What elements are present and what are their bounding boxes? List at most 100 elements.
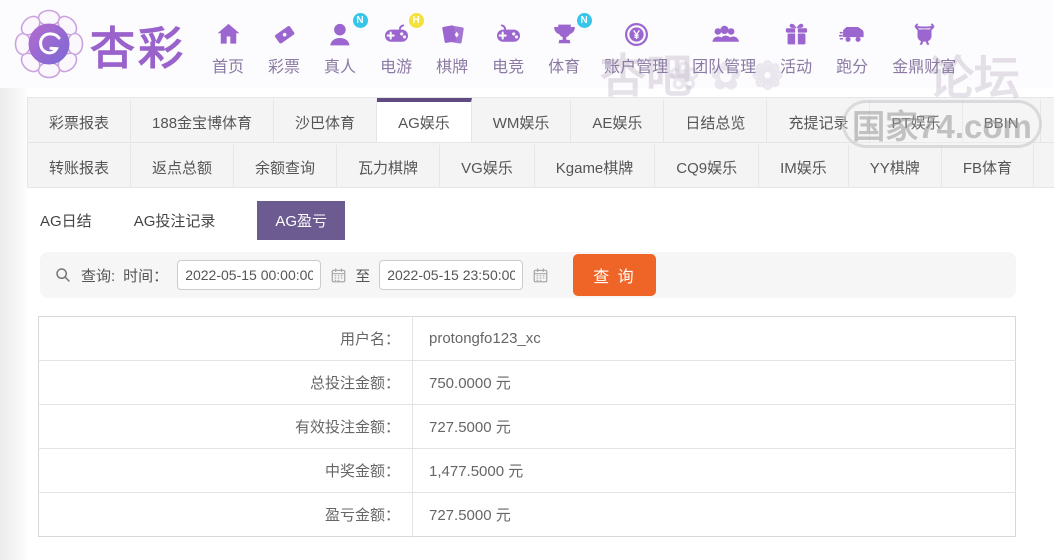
table-row: 中奖金额： 1,477.5000 元: [38, 448, 1016, 493]
start-time-input[interactable]: [177, 260, 322, 290]
ag-subtabs: AG日结 AG投注记录 AG盈亏: [40, 200, 1054, 240]
tab-transfer-report[interactable]: 转账报表: [28, 143, 132, 187]
nav-label: 体育: [548, 58, 581, 76]
tab-wali-cards[interactable]: 瓦力棋牌: [337, 143, 441, 187]
tabs-row-1: 彩票报表 188金宝博体育 沙巴体育 AG娱乐 WM娱乐 AE娱乐 日结总览 充提记录 PT娱乐…: [28, 98, 1054, 142]
vessel-icon: [910, 23, 939, 53]
nav-icon-wrap: [622, 20, 651, 51]
tab-yy-cards[interactable]: YY棋牌: [849, 143, 942, 187]
gift-icon: [782, 23, 811, 53]
gamepad-icon: [382, 23, 411, 53]
nav-icon-wrap: [214, 20, 243, 51]
nav-icon-wrap: [494, 20, 523, 51]
query-bar: 查询: 时间： 至 查 询: [40, 252, 1016, 298]
esports-icon: [494, 23, 523, 53]
tabs-row-2: 转账报表 返点总额 余额查询 瓦力棋牌 VG娱乐 Kgame棋牌 CQ9娱乐 IM娱乐 YY棋牌…: [28, 142, 1054, 187]
nav-item-chess-cards[interactable]: 棋牌: [424, 20, 480, 77]
nav-item-egames[interactable]: H 电游: [368, 12, 424, 77]
scooter-icon: [838, 26, 867, 53]
live-person-icon: [326, 23, 355, 53]
main-nav: 首页 彩票 N 真人 H 电游 棋牌 电竞 N 体育 账户管理 团队管理 活动 跑分 金鼎财富: [200, 12, 968, 77]
tab-balance-change-report[interactable]: 账变报表: [1041, 98, 1054, 142]
nav-icon-wrap: N: [326, 12, 368, 53]
nav-icon-wrap: [782, 20, 811, 51]
calendar-icon[interactable]: [532, 267, 549, 284]
app-header: 杏彩 首页 彩票 N 真人 H 电游 棋牌 电竞 N 体育 账户管理 团队管理 活动 跑分 金鼎财富 杏吧 …: [0, 0, 1054, 104]
logo-text: 杏彩: [90, 22, 187, 74]
left-edge-gradient: [0, 88, 27, 560]
row-label: 总投注金额：: [38, 360, 413, 405]
nav-item-paofen[interactable]: 跑分: [824, 20, 880, 77]
tab-wm-casino[interactable]: WM娱乐: [472, 98, 572, 142]
table-row: 用户名： protongfo123_xc: [38, 316, 1016, 361]
query-label: 查询:: [81, 267, 116, 285]
nav-icon-wrap: [710, 20, 739, 51]
nav-label: 真人: [324, 58, 357, 76]
row-label: 用户名：: [38, 316, 413, 361]
nav-label: 活动: [780, 58, 813, 76]
subtab-ag-daily[interactable]: AG日结: [40, 201, 92, 240]
coin-icon: [622, 22, 651, 53]
tab-ae-casino[interactable]: AE娱乐: [571, 98, 665, 142]
tab-vg-casino[interactable]: VG娱乐: [440, 143, 535, 187]
new-badge: H: [408, 12, 424, 28]
nav-label: 棋牌: [436, 58, 469, 76]
new-badge: N: [352, 12, 368, 28]
tab-ag-casino[interactable]: AG娱乐: [377, 98, 472, 142]
nav-label: 金鼎财富: [892, 58, 957, 76]
tab-bbin[interactable]: BBIN: [963, 98, 1041, 142]
subtab-ag-bet-records[interactable]: AG投注记录: [134, 201, 216, 240]
tab-kgame-cards[interactable]: Kgame棋牌: [535, 143, 656, 187]
nav-label: 账户管理: [604, 58, 669, 76]
nav-icon-wrap: [270, 20, 299, 51]
nav-item-lottery[interactable]: 彩票: [256, 20, 312, 77]
calendar-icon[interactable]: [330, 267, 347, 284]
end-time-input[interactable]: [379, 260, 524, 290]
nav-item-activity[interactable]: 活动: [768, 20, 824, 77]
nav-item-home[interactable]: 首页: [200, 20, 256, 77]
query-button[interactable]: 查 询: [573, 254, 656, 296]
nav-icon-wrap: [910, 20, 939, 51]
row-label: 盈亏金额：: [38, 492, 413, 537]
row-value: 727.5000 元: [412, 404, 1016, 449]
nav-item-live-casino[interactable]: N 真人: [312, 12, 368, 77]
subtab-ag-profit[interactable]: AG盈亏: [257, 200, 346, 240]
row-value: 750.0000 元: [412, 360, 1016, 405]
nav-label: 团队管理: [692, 58, 757, 76]
home-icon: [214, 23, 243, 53]
nav-item-jinding-wealth[interactable]: 金鼎财富: [880, 20, 968, 77]
team-icon: [710, 25, 739, 53]
tab-saba-sports[interactable]: 沙巴体育: [274, 98, 378, 142]
row-value: 1,477.5000 元: [412, 448, 1016, 493]
nav-item-sports[interactable]: N 体育: [536, 12, 592, 77]
nav-label: 首页: [212, 58, 245, 76]
to-label: 至: [355, 267, 371, 285]
nav-item-account-mgmt[interactable]: 账户管理: [592, 20, 680, 77]
nav-icon-wrap: N: [550, 12, 592, 53]
trophy-icon: [550, 24, 579, 53]
nav-label: 电游: [380, 58, 413, 76]
nav-item-esports[interactable]: 电竞: [480, 20, 536, 77]
tab-im-casino[interactable]: IM娱乐: [759, 143, 849, 187]
table-row: 盈亏金额： 727.5000 元: [38, 492, 1016, 537]
row-label: 中奖金额：: [38, 448, 413, 493]
nav-label: 彩票: [268, 58, 301, 76]
tab-lottery-report[interactable]: 彩票报表: [28, 98, 132, 142]
tab-rebate-total[interactable]: 返点总额: [131, 143, 235, 187]
row-value: protongfo123_xc: [412, 316, 1016, 361]
tab-deposit-withdraw[interactable]: 充提记录: [767, 98, 871, 142]
tab-daily-overview[interactable]: 日结总览: [664, 98, 768, 142]
tab-cq9-casino[interactable]: CQ9娱乐: [655, 143, 760, 187]
tab-188bet-sports[interactable]: 188金宝博体育: [131, 98, 275, 142]
tab-balance-query[interactable]: 余额查询: [234, 143, 338, 187]
ticket-icon: [270, 25, 299, 53]
table-row: 有效投注金额： 727.5000 元: [38, 404, 1016, 449]
site-logo[interactable]: 杏彩: [14, 9, 186, 79]
report-tabs: 彩票报表 188金宝博体育 沙巴体育 AG娱乐 WM娱乐 AE娱乐 日结总览 充提记录 PT娱乐…: [27, 97, 1054, 188]
profit-table: 用户名： protongfo123_xc 总投注金额： 750.0000 元有效投注金…: [38, 316, 1016, 537]
tab-fb-sports[interactable]: FB体育: [942, 143, 1034, 187]
search-icon: [54, 266, 77, 284]
tab-pt-casino[interactable]: PT娱乐: [870, 98, 963, 142]
row-value: 727.5000 元: [429, 507, 511, 524]
nav-item-team-mgmt[interactable]: 团队管理: [680, 20, 768, 77]
